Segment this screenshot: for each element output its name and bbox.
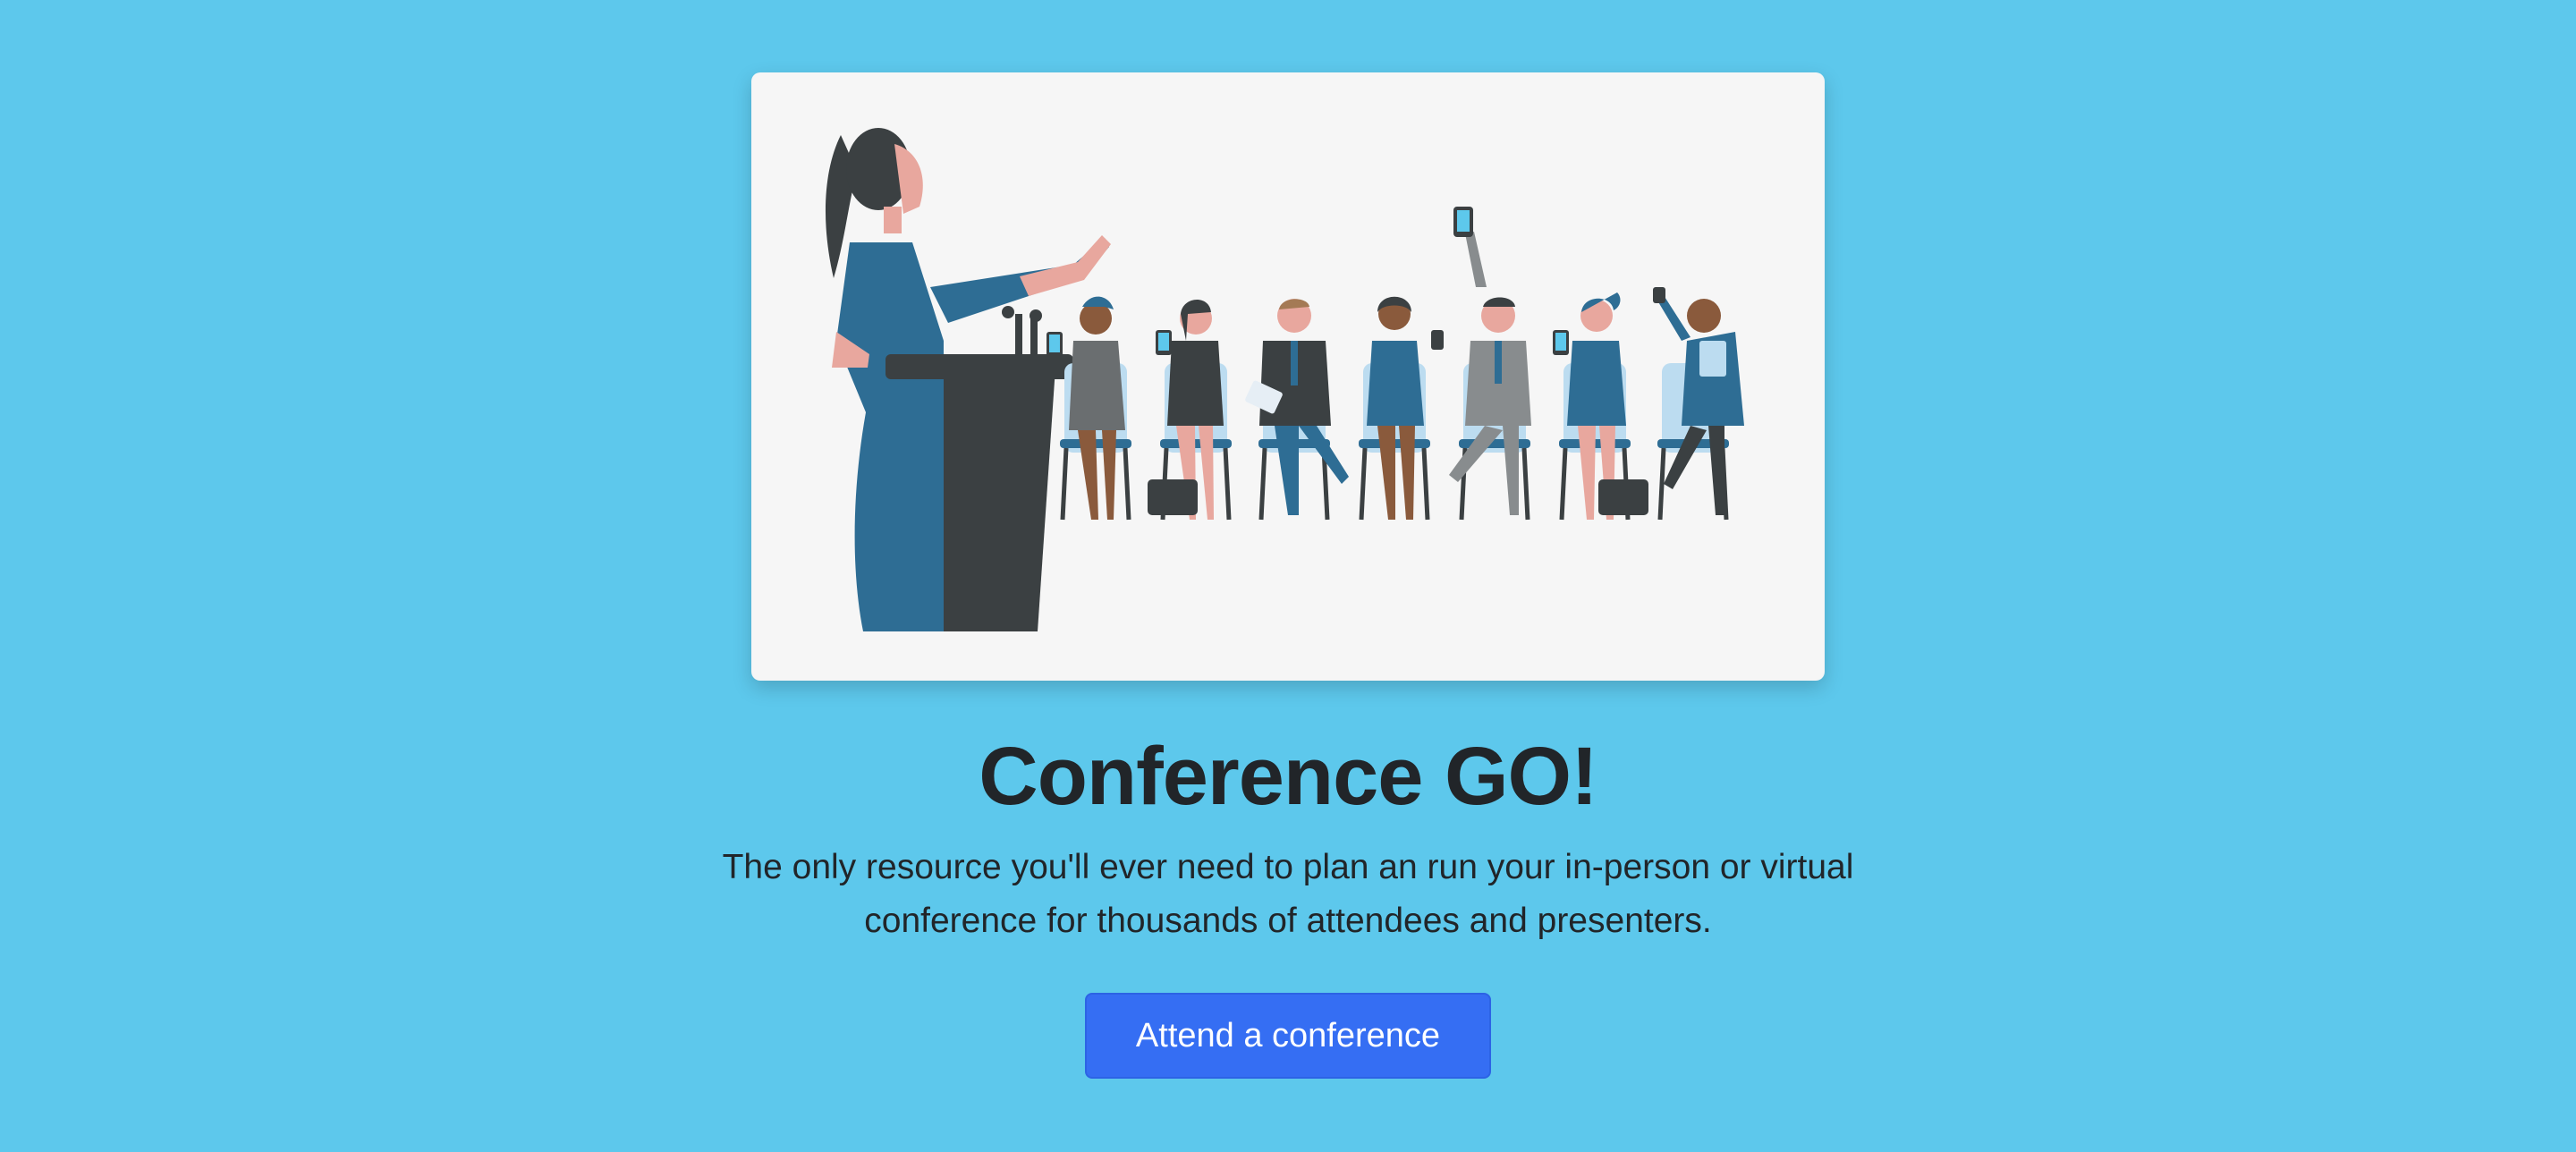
page-title: Conference GO! — [979, 731, 1597, 822]
attend-conference-button[interactable]: Attend a conference — [1085, 993, 1491, 1079]
audience-row — [1046, 207, 1744, 521]
hero-image-card — [751, 72, 1825, 681]
hero-lead-text: The only resource you'll ever need to pl… — [722, 848, 1854, 940]
hero-section: Conference GO! The only resource you'll … — [0, 0, 2576, 1152]
conference-illustration — [825, 128, 1744, 631]
